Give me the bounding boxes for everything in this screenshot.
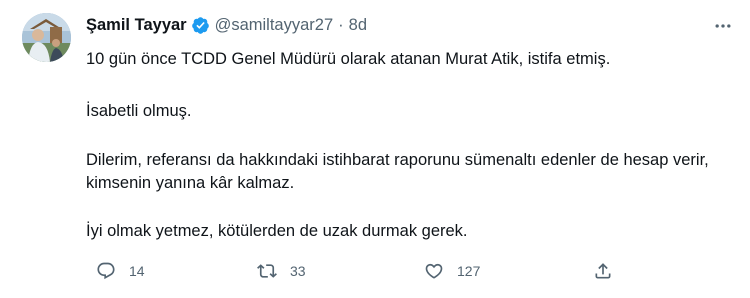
author-handle[interactable]: @samiltayyar27 xyxy=(215,13,334,37)
reply-count: 14 xyxy=(129,263,145,279)
tweet-paragraph: İsabetli olmuş. xyxy=(86,102,192,120)
author-name[interactable]: Şamil Tayyar xyxy=(86,13,187,37)
reply-icon xyxy=(96,261,116,281)
heart-icon xyxy=(424,261,444,281)
retweet-count: 33 xyxy=(290,263,306,279)
retweet-button[interactable]: 33 xyxy=(257,258,306,284)
tweet-card[interactable]: Şamil Tayyar @samiltayyar27 · 8d 10 gün … xyxy=(0,0,750,298)
share-button[interactable] xyxy=(593,258,613,284)
tweet-paragraph: Dilerim, referansı da hakkındaki istihba… xyxy=(86,151,709,192)
like-count: 127 xyxy=(457,263,481,279)
like-button[interactable]: 127 xyxy=(424,258,480,284)
tweet-actions: 14 33 127 xyxy=(86,258,726,284)
reply-button[interactable]: 14 xyxy=(96,258,145,284)
tweet-paragraph: 10 gün önce TCDD Genel Müdürü olarak ata… xyxy=(86,50,611,68)
tweet-timestamp[interactable]: 8d xyxy=(349,13,367,37)
share-icon xyxy=(593,261,613,281)
retweet-icon xyxy=(257,261,277,281)
tweet-paragraph: İyi olmak yetmez, kötülerden de uzak dur… xyxy=(86,222,468,240)
tweet-header: Şamil Tayyar @samiltayyar27 · 8d xyxy=(86,13,367,37)
more-horizontal-icon[interactable] xyxy=(713,16,733,36)
avatar[interactable] xyxy=(22,13,71,62)
verified-badge-icon xyxy=(191,16,210,35)
separator-dot: · xyxy=(338,16,344,34)
